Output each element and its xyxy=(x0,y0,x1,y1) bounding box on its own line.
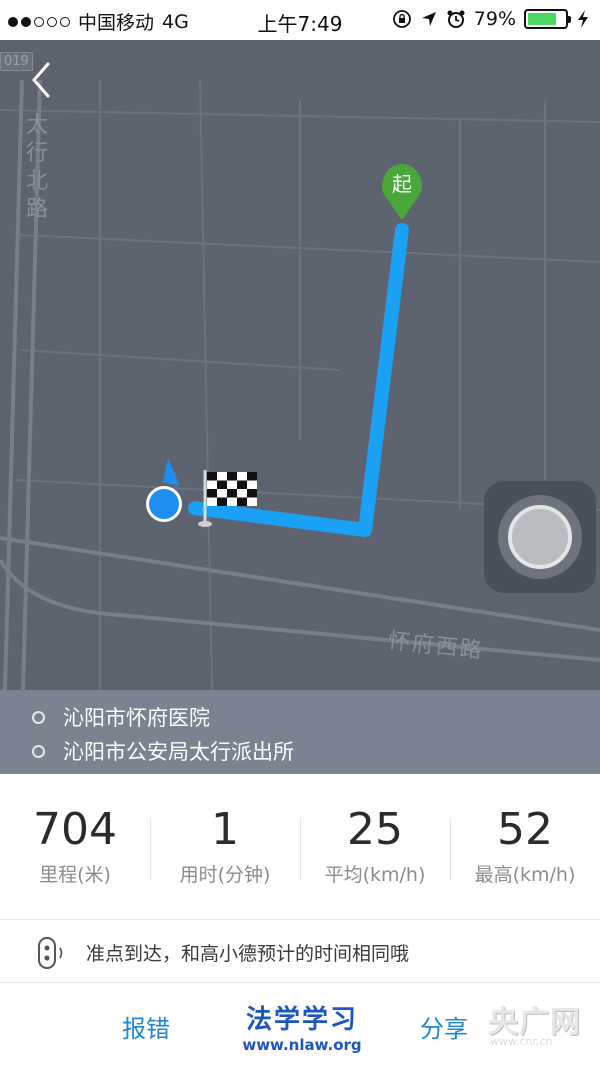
battery-percent: 79% xyxy=(473,8,516,30)
stat-max-speed-label: 最高(km/h) xyxy=(474,864,576,886)
back-button[interactable] xyxy=(24,58,60,102)
orientation-lock-icon xyxy=(392,10,411,28)
stat-distance: 704 里程(米) xyxy=(0,802,150,887)
stat-distance-value: 704 xyxy=(33,804,117,855)
assistive-inner-knob xyxy=(508,505,572,569)
start-marker-label: 起 xyxy=(392,172,412,196)
stat-max-speed: 52 最高(km/h) xyxy=(450,802,600,887)
end-address-row: 沁阳市公安局太行派出所 xyxy=(32,736,294,766)
location-arrow-icon xyxy=(421,12,436,26)
stat-average-speed: 25 平均(km/h) xyxy=(300,802,450,887)
stat-duration-value: 1 xyxy=(211,804,239,855)
trip-stats: 704 里程(米) 1 用时(分钟) 25 平均(km/h) 52 最高(km/… xyxy=(0,774,600,919)
route-map[interactable]: 起 019 太行北路 怀府西路 xyxy=(0,40,600,690)
stat-average-speed-label: 平均(km/h) xyxy=(324,864,426,886)
stat-duration-label: 用时(分钟) xyxy=(179,864,271,886)
chevron-left-icon xyxy=(32,62,50,98)
cnr-watermark-url: www.cnr.cn xyxy=(490,1035,553,1048)
current-location-icon xyxy=(146,458,182,522)
report-error-button[interactable]: 报错 xyxy=(122,1009,170,1044)
stat-distance-label: 里程(米) xyxy=(39,864,111,886)
nlaw-watermark: 法学学习 www.nlaw.org xyxy=(222,999,382,1054)
start-address-row: 沁阳市怀府医院 xyxy=(32,702,210,732)
arrival-message-text: 准点到达，和高小德预计的时间相同哦 xyxy=(86,943,410,965)
start-dot-icon xyxy=(32,710,45,724)
floating-assistive-button[interactable] xyxy=(484,481,596,593)
stat-average-speed-value: 25 xyxy=(347,804,403,855)
start-marker[interactable]: 起 xyxy=(382,164,422,220)
end-address: 沁阳市公安局太行派出所 xyxy=(63,740,294,764)
nlaw-watermark-title: 法学学习 xyxy=(245,1005,358,1035)
nlaw-watermark-url: www.nlaw.org xyxy=(242,1036,362,1054)
end-dot-icon xyxy=(32,744,45,758)
stat-duration: 1 用时(分钟) xyxy=(150,802,300,887)
bottom-action-bar: 报错 法学学习 www.nlaw.org 分享 央广网 www.cnr.cn xyxy=(0,983,600,1065)
alarm-icon xyxy=(447,10,465,28)
start-address: 沁阳市怀府医院 xyxy=(63,706,210,730)
route-addresses: 沁阳市怀府医院 沁阳市公安局太行派出所 xyxy=(0,690,600,774)
arrival-message: 准点到达，和高小德预计的时间相同哦 xyxy=(0,919,600,983)
road-label-taihang: 太行北路 xyxy=(26,113,49,222)
stat-max-speed-value: 52 xyxy=(497,804,553,855)
share-button[interactable]: 分享 xyxy=(420,1009,468,1044)
battery-fill xyxy=(528,13,557,25)
map-streets xyxy=(0,79,600,690)
charging-icon xyxy=(578,10,588,28)
status-right: 79% xyxy=(392,8,590,30)
voice-assistant-icon xyxy=(38,937,63,969)
status-bar: 中国移动 4G 上午7:49 79% xyxy=(0,0,600,40)
battery-icon xyxy=(524,9,571,29)
